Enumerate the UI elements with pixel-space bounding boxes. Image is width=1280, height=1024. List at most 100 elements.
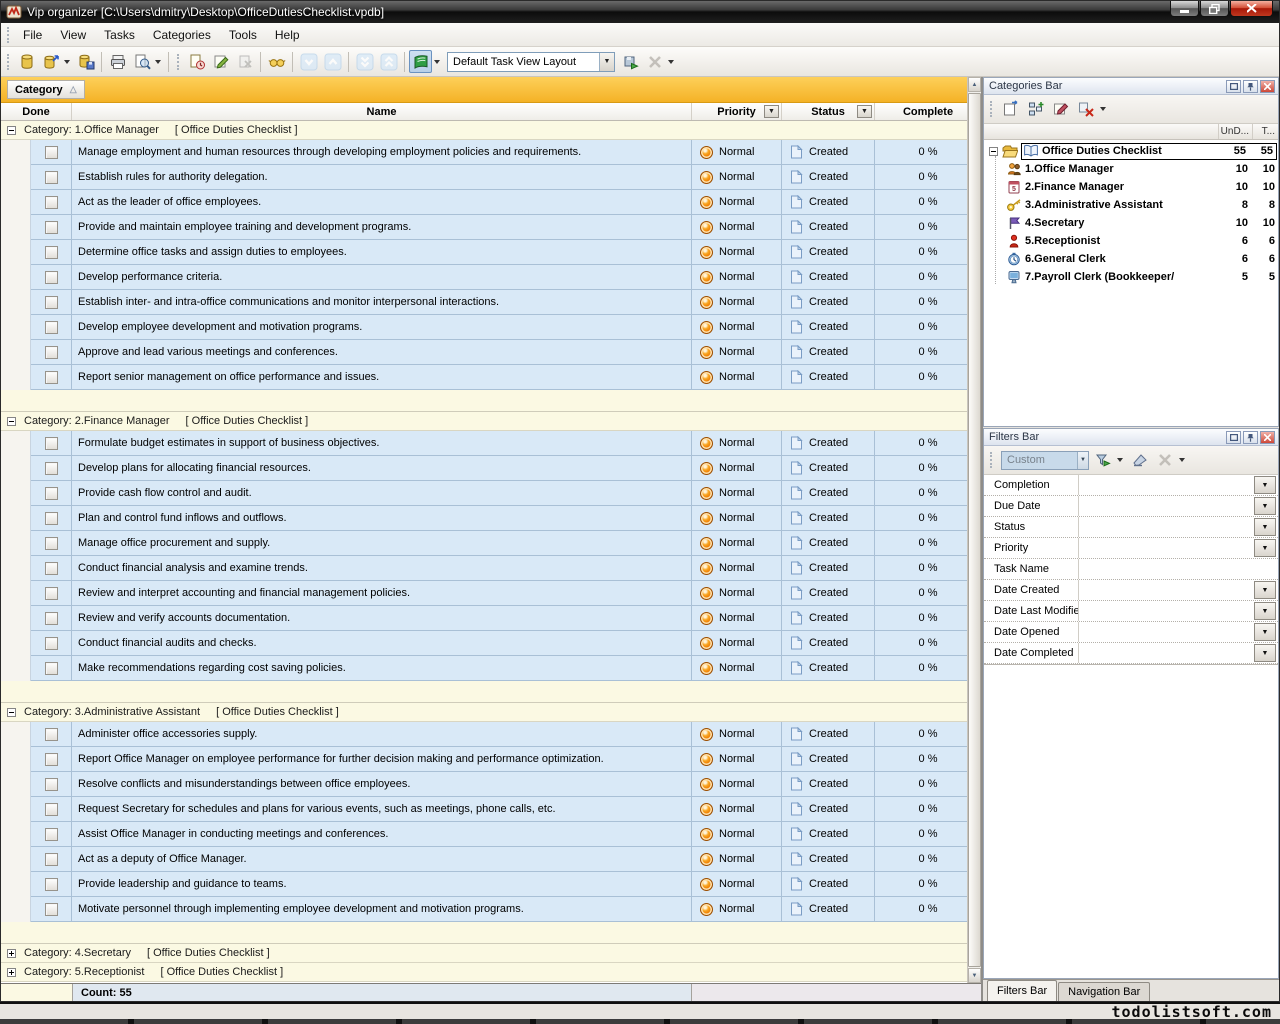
priority-cell[interactable]: Normal	[692, 340, 782, 365]
category-group-row[interactable]: Category: 5.Receptionist[ Office Duties …	[1, 963, 981, 982]
filter-preset-combo[interactable]: Custom ▼	[1001, 451, 1089, 470]
task-row[interactable]: Develop employee development and motivat…	[1, 315, 981, 340]
status-cell[interactable]: Created	[782, 722, 875, 747]
priority-cell[interactable]: Normal	[692, 265, 782, 290]
status-cell[interactable]: Created	[782, 506, 875, 531]
print-preview-button[interactable]	[130, 50, 153, 73]
filters-float-button[interactable]	[1226, 431, 1241, 444]
new-database-button[interactable]	[15, 50, 38, 73]
status-cell[interactable]: Created	[782, 456, 875, 481]
tree-category-row[interactable]: 7.Payroll Clerk (Bookkeeper/55	[984, 268, 1278, 286]
task-row[interactable]: Act as a deputy of Office Manager.Normal…	[1, 847, 981, 872]
vertical-scrollbar[interactable]: ▲ ▼	[967, 77, 981, 983]
menu-item-file[interactable]: File	[14, 25, 51, 45]
restore-button[interactable]	[1200, 1, 1229, 17]
save-filter-dropdown-icon[interactable]	[1117, 458, 1123, 462]
task-row[interactable]: Formulate budget estimates in support of…	[1, 431, 981, 456]
filter-value-field[interactable]	[1079, 475, 1252, 495]
categories-close-button[interactable]	[1260, 80, 1275, 93]
task-name-cell[interactable]: Administer office accessories supply.	[72, 722, 692, 747]
task-checkbox[interactable]	[45, 728, 58, 741]
task-checkbox[interactable]	[45, 271, 58, 284]
task-name-cell[interactable]: Develop plans for allocating financial r…	[72, 456, 692, 481]
category-group-row[interactable]: Category: 2.Finance Manager[ Office Duti…	[1, 412, 981, 431]
menu-item-help[interactable]: Help	[266, 25, 309, 45]
filter-dropdown-icon[interactable]: ▼	[1254, 602, 1276, 620]
task-name-cell[interactable]: Act as a deputy of Office Manager.	[72, 847, 692, 872]
task-checkbox[interactable]	[45, 371, 58, 384]
categories-pin-button[interactable]	[1243, 80, 1258, 93]
delete-task-button[interactable]	[233, 50, 256, 73]
clear-filter-button[interactable]	[1128, 449, 1151, 472]
tree-column-total[interactable]: T...	[1252, 124, 1278, 139]
priority-cell[interactable]: Normal	[692, 456, 782, 481]
task-row[interactable]: Resolve conflicts and misunderstandings …	[1, 772, 981, 797]
task-name-cell[interactable]: Conduct financial analysis and examine t…	[72, 556, 692, 581]
expand-icon[interactable]	[7, 949, 16, 958]
filter-value-field[interactable]	[1079, 643, 1252, 663]
task-row[interactable]: Motivate personnel through implementing …	[1, 897, 981, 922]
tree-category-row[interactable]: 5.Receptionist66	[984, 232, 1278, 250]
priority-cell[interactable]: Normal	[692, 140, 782, 165]
priority-cell[interactable]: Normal	[692, 481, 782, 506]
task-row[interactable]: Conduct financial audits and checks.Norm…	[1, 631, 981, 656]
task-name-cell[interactable]: Determine office tasks and assign duties…	[72, 240, 692, 265]
priority-cell[interactable]: Normal	[692, 872, 782, 897]
task-name-cell[interactable]: Develop employee development and motivat…	[72, 315, 692, 340]
priority-cell[interactable]: Normal	[692, 190, 782, 215]
filter-value-field[interactable]	[1079, 517, 1252, 537]
filters-pin-button[interactable]	[1243, 431, 1258, 444]
filters-close-button[interactable]	[1260, 431, 1275, 444]
priority-cell[interactable]: Normal	[692, 847, 782, 872]
status-filter-dropdown-icon[interactable]: ▼	[857, 105, 872, 118]
menu-item-tasks[interactable]: Tasks	[95, 25, 144, 45]
filter-value-field[interactable]	[1079, 580, 1252, 600]
task-row[interactable]: Develop performance criteria.NormalCreat…	[1, 265, 981, 290]
scroll-down-icon[interactable]: ▼	[968, 968, 981, 983]
task-checkbox[interactable]	[45, 146, 58, 159]
task-checkbox[interactable]	[45, 878, 58, 891]
priority-cell[interactable]: Normal	[692, 822, 782, 847]
task-checkbox[interactable]	[45, 662, 58, 675]
save-database-button[interactable]	[74, 50, 97, 73]
task-checkbox[interactable]	[45, 296, 58, 309]
status-cell[interactable]: Created	[782, 290, 875, 315]
status-cell[interactable]: Created	[782, 240, 875, 265]
priority-cell[interactable]: Normal	[692, 315, 782, 340]
layout-overflow-icon[interactable]	[668, 60, 674, 64]
category-sort-button[interactable]: Category △	[7, 80, 85, 99]
column-header-priority[interactable]: Priority▼	[692, 103, 782, 120]
task-name-cell[interactable]: Formulate budget estimates in support of…	[72, 431, 692, 456]
tab-navigation-bar[interactable]: Navigation Bar	[1058, 982, 1150, 1001]
task-name-cell[interactable]: Motivate personnel through implementing …	[72, 897, 692, 922]
layout-combo[interactable]: Default Task View Layout ▼	[447, 52, 615, 72]
open-database-button[interactable]	[39, 50, 62, 73]
scroll-up-icon[interactable]: ▲	[968, 77, 981, 92]
task-name-cell[interactable]: Provide and maintain employee training a…	[72, 215, 692, 240]
notes-button[interactable]	[409, 50, 432, 73]
task-name-cell[interactable]: Request Secretary for schedules and plan…	[72, 797, 692, 822]
status-cell[interactable]: Created	[782, 340, 875, 365]
tree-category-row[interactable]: 6.General Clerk66	[984, 250, 1278, 268]
task-checkbox[interactable]	[45, 512, 58, 525]
task-name-cell[interactable]: Plan and control fund inflows and outflo…	[72, 506, 692, 531]
priority-cell[interactable]: Normal	[692, 606, 782, 631]
status-cell[interactable]: Created	[782, 140, 875, 165]
task-checkbox[interactable]	[45, 753, 58, 766]
priority-cell[interactable]: Normal	[692, 165, 782, 190]
task-name-cell[interactable]: Assist Office Manager in conducting meet…	[72, 822, 692, 847]
tree-category-row[interactable]: 4.Secretary1010	[984, 214, 1278, 232]
print-dropdown-icon[interactable]	[155, 60, 161, 64]
task-name-cell[interactable]: Report Office Manager on employee perfor…	[72, 747, 692, 772]
status-cell[interactable]: Created	[782, 190, 875, 215]
task-row[interactable]: Act as the leader of office employees.No…	[1, 190, 981, 215]
notes-dropdown-icon[interactable]	[434, 60, 440, 64]
filter-dropdown-icon[interactable]: ▼	[1254, 623, 1276, 641]
open-database-dropdown-icon[interactable]	[64, 60, 70, 64]
task-row[interactable]: Provide and maintain employee training a…	[1, 215, 981, 240]
task-checkbox[interactable]	[45, 462, 58, 475]
task-row[interactable]: Provide leadership and guidance to teams…	[1, 872, 981, 897]
task-checkbox[interactable]	[45, 246, 58, 259]
column-header-done[interactable]: Done	[1, 103, 72, 120]
collapse-icon[interactable]	[7, 708, 16, 717]
